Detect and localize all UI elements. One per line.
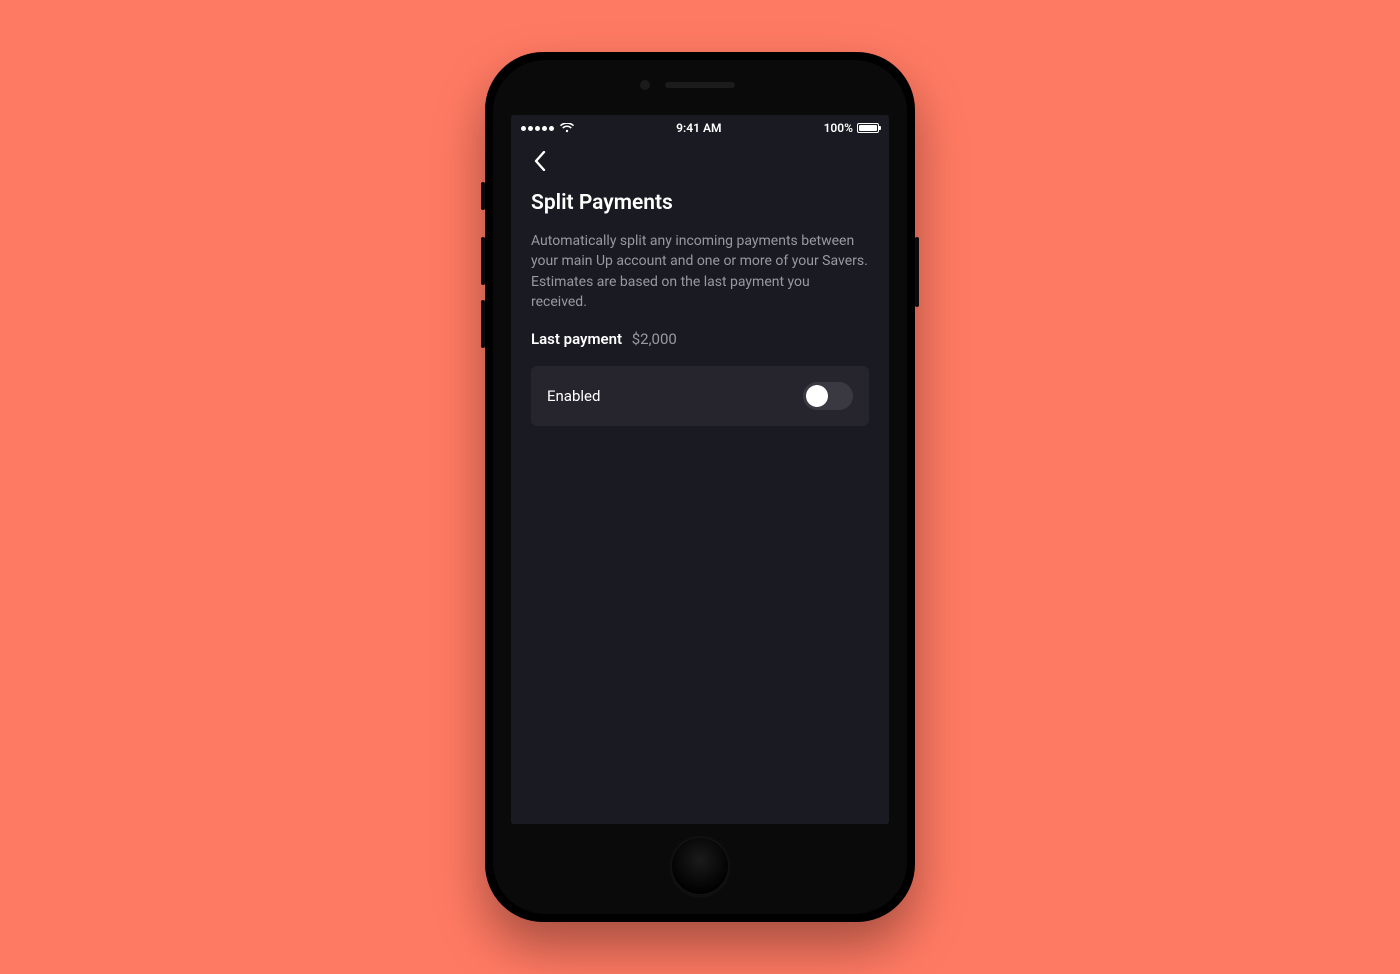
phone-top-hardware bbox=[493, 60, 907, 115]
last-payment-label: Last payment bbox=[531, 330, 622, 348]
home-button[interactable] bbox=[670, 836, 730, 896]
front-camera bbox=[640, 80, 650, 90]
page-description: Automatically split any incoming payment… bbox=[531, 231, 869, 312]
enabled-toggle[interactable] bbox=[803, 382, 853, 410]
last-payment-row: Last payment $2,000 bbox=[531, 330, 869, 348]
phone-frame: 9:41 AM 100% Split Payments Automa bbox=[485, 52, 915, 922]
signal-dots-icon bbox=[521, 126, 554, 131]
last-payment-value: $2,000 bbox=[632, 330, 677, 348]
toggle-knob bbox=[806, 385, 828, 407]
battery-percent: 100% bbox=[824, 121, 853, 135]
page-title: Split Payments bbox=[531, 191, 869, 215]
power-button bbox=[915, 237, 919, 307]
wifi-icon bbox=[560, 123, 574, 133]
enabled-label: Enabled bbox=[547, 387, 600, 405]
status-time: 9:41 AM bbox=[676, 121, 721, 135]
volume-down bbox=[481, 300, 485, 348]
battery-icon bbox=[857, 123, 879, 133]
chevron-left-icon bbox=[534, 151, 546, 175]
status-left bbox=[521, 123, 574, 133]
earpiece-speaker bbox=[665, 82, 735, 88]
status-bar: 9:41 AM 100% bbox=[511, 115, 889, 141]
mute-switch bbox=[481, 182, 485, 210]
app-screen: 9:41 AM 100% Split Payments Automa bbox=[511, 115, 889, 824]
enabled-card: Enabled bbox=[531, 366, 869, 426]
volume-up bbox=[481, 237, 485, 285]
content-area: Split Payments Automatically split any i… bbox=[511, 185, 889, 426]
nav-bar bbox=[511, 141, 889, 185]
back-button[interactable] bbox=[525, 148, 555, 178]
phone-bezel: 9:41 AM 100% Split Payments Automa bbox=[493, 60, 907, 914]
status-right: 100% bbox=[824, 121, 879, 135]
